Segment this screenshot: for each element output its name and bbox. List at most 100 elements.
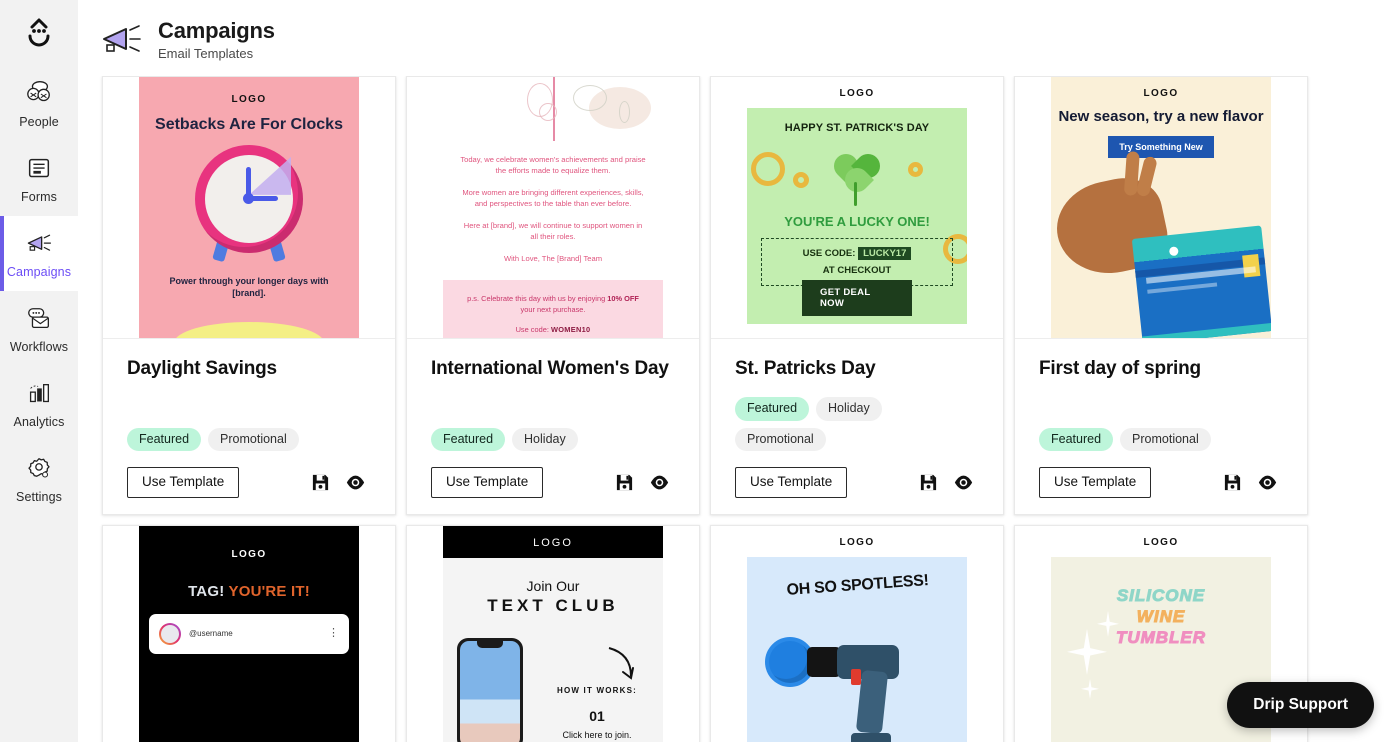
- template-preview[interactable]: LOGO New season, try a new flavor Try So…: [1015, 77, 1307, 339]
- save-icon[interactable]: [1223, 473, 1242, 492]
- preview-cta-button[interactable]: Try Something New: [1108, 136, 1214, 159]
- megaphone-icon: [103, 25, 141, 52]
- preview-line-1: Join Our: [526, 577, 580, 594]
- step-text: Click here to join.: [562, 729, 632, 740]
- preview-code-line: Use code: WOMEN10: [457, 325, 649, 334]
- preview-word-1: SILICONE: [1116, 585, 1206, 605]
- code-pre: USE CODE:: [802, 248, 859, 259]
- preview-logo: LOGO: [231, 548, 267, 560]
- sidebar-item-workflows[interactable]: Workflows: [0, 291, 78, 366]
- use-template-button[interactable]: Use Template: [127, 467, 240, 498]
- spotless-art: LOGO OH SO SPOTLESS!: [747, 525, 967, 742]
- preview-inner: Today, we celebrate women's achievements…: [443, 77, 663, 338]
- preview-paragraph-3: Here at [brand], we will continue to sup…: [463, 221, 643, 241]
- code-line: USE CODE: LUCKY17: [768, 247, 946, 260]
- template-preview[interactable]: Today, we celebrate women's achievements…: [407, 77, 699, 339]
- preview-headline: New season, try a new flavor: [1058, 108, 1264, 125]
- template-card[interactable]: LOGO New season, try a new flavor Try So…: [1014, 76, 1308, 515]
- avatar: [159, 623, 181, 645]
- womens-day-art: Today, we celebrate women's achievements…: [443, 77, 663, 338]
- template-preview[interactable]: LOGO TAG! YOU'RE IT! @username ⋮: [103, 525, 395, 742]
- preview-logo: LOGO: [839, 88, 875, 99]
- use-template-button[interactable]: Use Template: [431, 467, 544, 498]
- template-preview[interactable]: LOGO Join Our TEXT CLUB HOW IT WORKS: 01…: [407, 525, 699, 742]
- tag-category[interactable]: Promotional: [208, 427, 299, 451]
- template-preview[interactable]: LOGO OH SO SPOTLESS!: [711, 525, 1003, 742]
- product-pack-illustration: [1131, 225, 1271, 338]
- preview-headline: OH SO SPOTLESS!: [786, 571, 930, 599]
- preview-logo: LOGO: [1143, 88, 1179, 99]
- tag-featured[interactable]: Featured: [735, 397, 810, 421]
- preview-paragraph-2: More women are bringing different experi…: [462, 188, 644, 208]
- tag-featured[interactable]: Featured: [431, 427, 506, 451]
- sidebar: People Forms Campaigns Workflows Analyti…: [0, 0, 78, 742]
- card-body: St. Patricks Day Featured Holiday Promot…: [711, 339, 1003, 514]
- tag-featured[interactable]: Featured: [1039, 427, 1114, 451]
- header-text: Campaigns Email Templates: [158, 18, 275, 61]
- card-actions: Use Template: [431, 467, 675, 498]
- card-title: First day of spring: [1039, 358, 1201, 379]
- eye-icon[interactable]: [346, 473, 365, 492]
- username-label: @username: [189, 629, 233, 639]
- template-preview[interactable]: LOGO HAPPY ST. PATRICK'S DAY YOU'RE A LU…: [711, 77, 1003, 339]
- tag-category[interactable]: Promotional: [1120, 427, 1211, 451]
- eye-icon[interactable]: [1258, 473, 1277, 492]
- preview-inner: LOGO Setbacks Are For Clocks Power throu…: [139, 77, 359, 338]
- template-card[interactable]: LOGO HAPPY ST. PATRICK'S DAY YOU'RE A LU…: [710, 76, 1004, 515]
- preview-inner: LOGO OH SO SPOTLESS!: [747, 525, 967, 742]
- template-preview[interactable]: LOGO Setbacks Are For Clocks Power throu…: [103, 77, 395, 339]
- template-card[interactable]: LOGO Setbacks Are For Clocks Power throu…: [102, 76, 396, 515]
- save-icon[interactable]: [919, 473, 938, 492]
- sidebar-item-label: Campaigns: [6, 265, 72, 279]
- how-it-works-label: HOW IT WORKS:: [556, 685, 638, 695]
- phone-illustration: [457, 637, 523, 742]
- tag-category[interactable]: Promotional: [735, 427, 826, 451]
- tag-category[interactable]: Holiday: [512, 427, 578, 451]
- gear-icon: [28, 458, 50, 478]
- more-options-icon[interactable]: ⋮: [328, 628, 339, 639]
- app-root: People Forms Campaigns Workflows Analyti…: [0, 0, 1400, 742]
- card-title: Daylight Savings: [127, 358, 277, 379]
- card-body: International Women's Day Featured Holid…: [407, 339, 699, 514]
- eye-icon[interactable]: [954, 473, 973, 492]
- tag-category[interactable]: Holiday: [816, 397, 882, 421]
- preview-subhead: YOU'RE A LUCKY ONE!: [784, 214, 930, 229]
- eye-icon[interactable]: [650, 473, 669, 492]
- st-patricks-art: LOGO HAPPY ST. PATRICK'S DAY YOU'RE A LU…: [747, 77, 967, 338]
- save-icon[interactable]: [615, 473, 634, 492]
- blue-panel: OH SO SPOTLESS!: [747, 556, 967, 742]
- use-template-button[interactable]: Use Template: [1039, 467, 1152, 498]
- template-card[interactable]: Today, we celebrate women's achievements…: [406, 76, 700, 515]
- sidebar-item-forms[interactable]: Forms: [0, 141, 78, 216]
- preview-line-2: TEXT CLUB: [487, 595, 619, 615]
- code-value: WOMEN10: [550, 325, 591, 335]
- sidebar-item-label: Forms: [21, 190, 57, 204]
- use-template-button[interactable]: Use Template: [735, 467, 848, 498]
- card-actions: Use Template: [127, 467, 371, 498]
- page-header: Campaigns Email Templates: [78, 0, 1400, 76]
- save-icon[interactable]: [311, 473, 330, 492]
- headline-white: TAG!: [188, 582, 229, 600]
- megaphone-icon: [27, 234, 52, 251]
- preview-logo: LOGO: [231, 94, 267, 105]
- template-card[interactable]: LOGO Join Our TEXT CLUB HOW IT WORKS: 01…: [406, 524, 700, 742]
- sidebar-item-settings[interactable]: Settings: [0, 441, 78, 522]
- preview-ps-text: p.s. Celebrate this day with us by enjoy…: [457, 294, 649, 315]
- sidebar-item-analytics[interactable]: Analytics: [0, 366, 78, 441]
- people-icon: [27, 81, 50, 102]
- sidebar-item-campaigns[interactable]: Campaigns: [0, 216, 78, 291]
- sidebar-item-people[interactable]: People: [0, 66, 78, 141]
- floral-art: [443, 77, 663, 141]
- template-card[interactable]: LOGO TAG! YOU'RE IT! @username ⋮: [102, 524, 396, 742]
- green-panel: HAPPY ST. PATRICK'S DAY YOU'RE A LUCKY O…: [747, 108, 967, 324]
- card-tags: Featured Promotional: [1039, 414, 1283, 451]
- ps-pre: p.s. Celebrate this day with us by enjoy…: [467, 294, 608, 303]
- tag-featured[interactable]: Featured: [127, 427, 202, 451]
- templates-scroll-area[interactable]: LOGO Setbacks Are For Clocks Power throu…: [78, 76, 1400, 742]
- template-card[interactable]: LOGO OH SO SPOTLESS!: [710, 524, 1004, 742]
- sidebar-item-label: People: [19, 115, 59, 129]
- preview-logo: LOGO: [1143, 536, 1179, 548]
- brand-logo[interactable]: [0, 0, 78, 66]
- drip-support-button[interactable]: Drip Support: [1227, 682, 1374, 728]
- preview-cta-button[interactable]: GET DEAL NOW: [802, 280, 912, 316]
